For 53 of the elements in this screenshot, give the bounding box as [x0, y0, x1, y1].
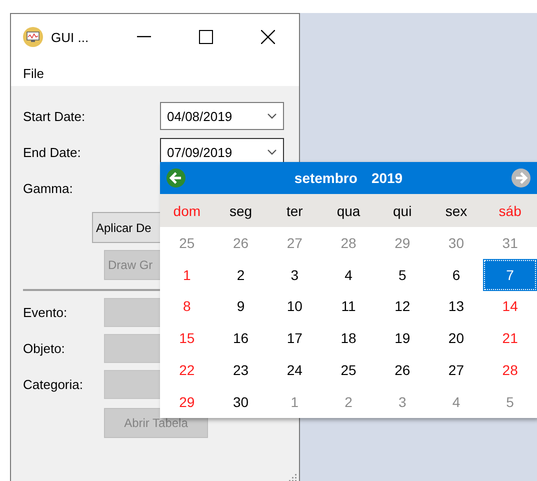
day-cell[interactable]: 18	[322, 322, 376, 354]
menu-item[interactable]: File	[23, 66, 44, 80]
day-cell[interactable]: 26	[375, 354, 430, 386]
field-label: Evento:	[23, 304, 68, 320]
field-label: Start Date:	[23, 108, 86, 124]
weekday-label: qui	[392, 202, 413, 218]
field-label: Categoria:	[23, 376, 84, 392]
day-cell[interactable]: 5	[375, 258, 430, 291]
chevron-down-icon	[267, 113, 277, 119]
day-cell[interactable]: 23	[214, 354, 268, 386]
day-cell[interactable]: 3	[268, 258, 322, 291]
day-cell[interactable]: 25	[322, 354, 376, 386]
day-cell[interactable]: 16	[214, 322, 268, 354]
day-cell[interactable]: 17	[268, 322, 322, 354]
day-cell[interactable]: 10	[268, 290, 322, 322]
day-cell[interactable]: 14	[483, 290, 537, 322]
day-cell[interactable]: 7	[483, 258, 537, 291]
day-cell[interactable]: 19	[375, 322, 430, 354]
day-cell[interactable]: 9	[214, 290, 268, 322]
day-cell[interactable]: 21	[483, 322, 537, 354]
window-title: GUI ...	[51, 30, 90, 44]
next-month-button[interactable]	[511, 168, 531, 188]
weekday-label: sex	[444, 202, 468, 218]
day-cell[interactable]: 4	[322, 258, 376, 291]
weekday-label: sáb	[498, 202, 522, 218]
close-icon	[261, 30, 275, 44]
day-cell[interactable]: 2	[214, 258, 268, 291]
day-cell[interactable]: 15	[160, 322, 214, 354]
chevron-down-icon	[267, 149, 277, 155]
weekday-label: ter	[285, 202, 304, 218]
weekday-label: seg	[228, 202, 254, 218]
minimize-icon	[137, 36, 151, 38]
day-cell[interactable]: 24	[268, 354, 322, 386]
date-picker[interactable]: 04/08/2019	[160, 102, 284, 130]
day-cell[interactable]: 8	[160, 290, 214, 322]
day-cell[interactable]: 28	[483, 354, 537, 386]
day-cell[interactable]: 30	[214, 386, 268, 418]
field-label: Gamma:	[23, 180, 74, 196]
weekday-label: qua	[336, 202, 362, 218]
day-cell[interactable]: 12	[375, 290, 430, 322]
year-selector[interactable]: 2019	[371, 170, 403, 186]
month-selector[interactable]: setembro	[294, 170, 358, 186]
day-cell[interactable]: 27	[429, 354, 484, 386]
day-cell[interactable]: 22	[160, 354, 214, 386]
monitor-icon	[23, 27, 43, 47]
day-cell[interactable]: 20	[429, 322, 484, 354]
day-cell[interactable]: 6	[429, 258, 484, 291]
maximize-icon	[199, 30, 213, 44]
day-cell[interactable]: 11	[322, 290, 376, 322]
previous-month-button[interactable]	[166, 168, 186, 188]
field-label: End Date:	[23, 144, 82, 160]
field-label: Objeto:	[23, 340, 66, 356]
day-cell[interactable]: 13	[429, 290, 484, 322]
